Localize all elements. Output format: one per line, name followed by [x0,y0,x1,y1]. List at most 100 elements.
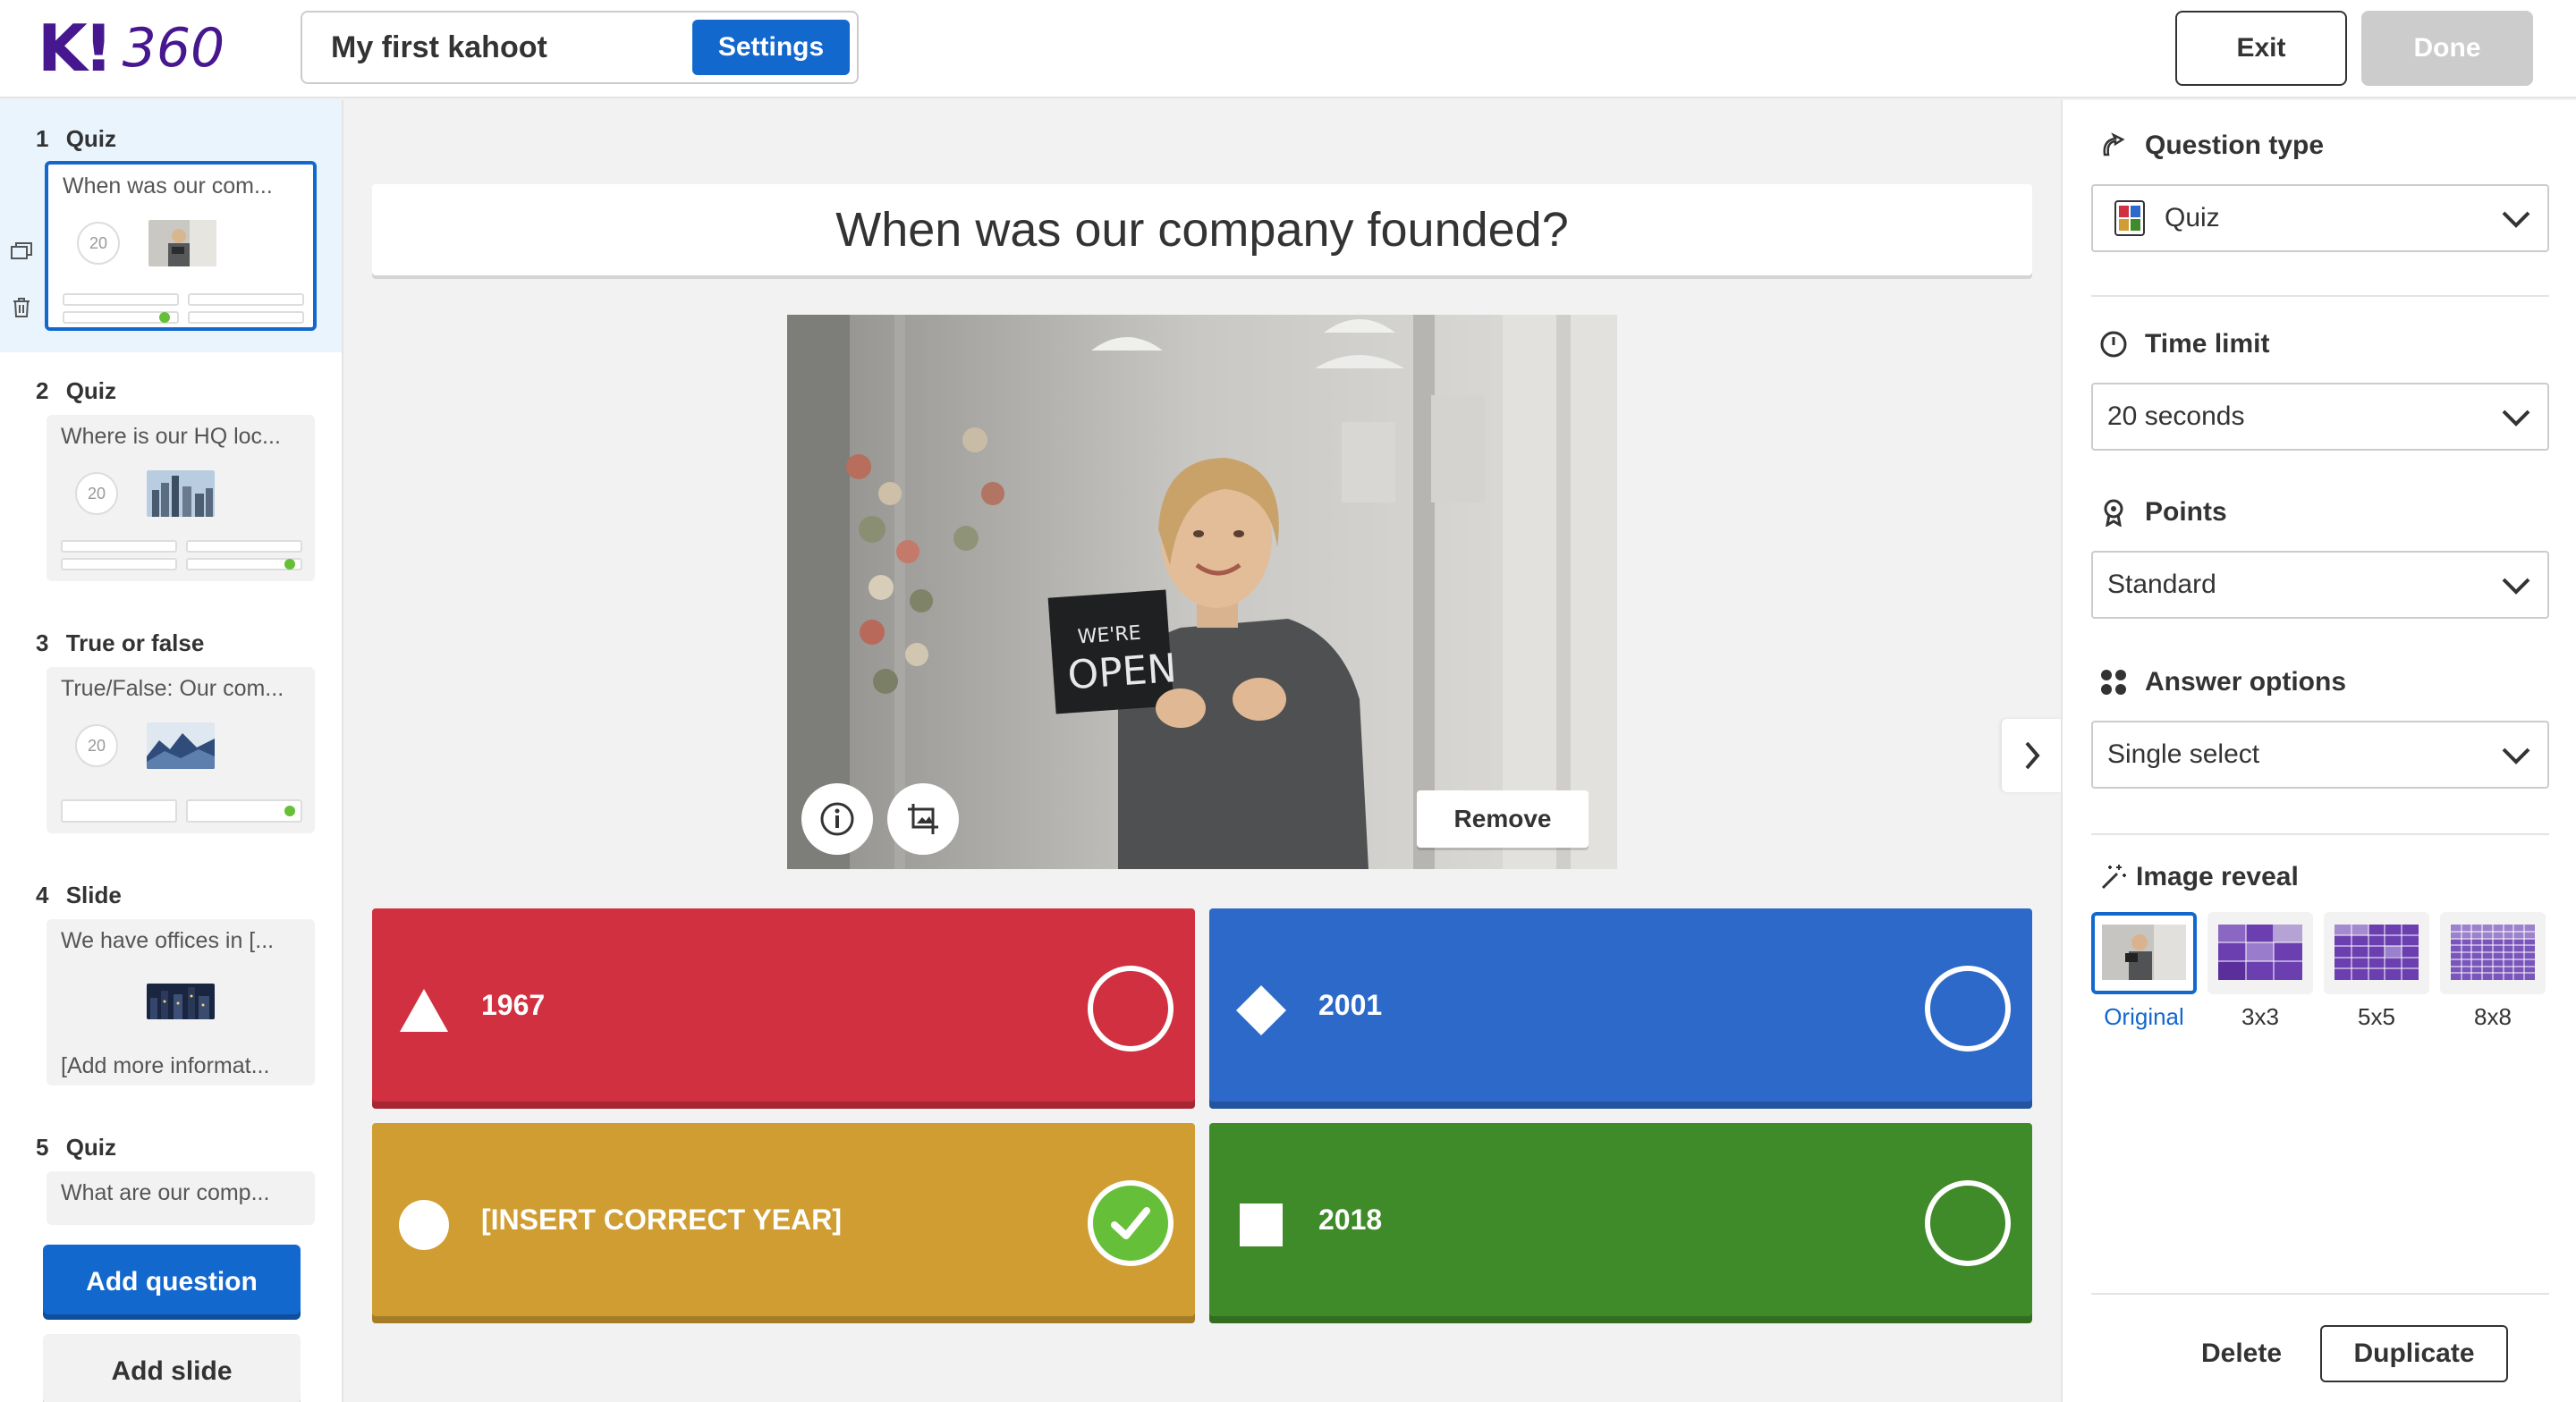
points-label-text: Points [2145,497,2227,527]
answer-bar [186,540,302,553]
divider [2091,295,2549,297]
reveal-original-preview [2102,925,2186,980]
slide-item-header: 1 Quiz [36,125,116,153]
answer-text[interactable]: 2018 [1318,1204,1382,1237]
checkmark-icon [1111,1207,1150,1239]
kahoot-title[interactable]: My first kahoot [331,30,547,65]
slide-list-sidebar: 1 Quiz When was our com... 20 2 Quiz Whe… [0,100,343,1402]
answer-1[interactable]: 1967 [372,908,1195,1109]
chevron-down-icon [2502,211,2530,228]
correct-answer-toggle[interactable] [1925,1180,2011,1266]
slide-item-header: 4 Slide [36,882,122,909]
logo-360: 360 [122,17,225,80]
slide-type: Slide [65,882,122,908]
question-type-value: Quiz [2165,203,2220,232]
exit-button[interactable]: Exit [2175,11,2347,86]
image-crop-button[interactable] [887,783,959,855]
reveal-5x5-preview [2334,925,2419,980]
time-limit-select[interactable]: 20 seconds [2091,383,2549,451]
add-slide-button[interactable]: Add slide [43,1334,301,1402]
kahoot-title-field[interactable]: My first kahoot Settings [301,11,859,84]
slide-type: True or false [65,629,205,656]
delete-question-button[interactable]: Delete [2170,1325,2313,1382]
crop-icon [908,804,938,834]
answer-bar [61,799,177,823]
settings-button[interactable]: Settings [692,20,850,75]
thumbnail-title: Where is our HQ loc... [61,424,281,449]
reveal-option-3x3[interactable] [2207,912,2313,994]
chevron-down-icon [2502,410,2530,427]
time-limit-label: Time limit [2098,329,2269,359]
collapse-panel-button[interactable] [2002,719,2063,792]
slide-item-5[interactable]: 5 Quiz What are our comp... [0,1109,342,1243]
slide-thumbnail[interactable]: What are our comp... [47,1171,315,1225]
add-question-button[interactable]: Add question [43,1245,301,1320]
thumbnail-title: When was our com... [63,173,273,198]
thumbnail-image [147,722,215,769]
duplicate-icon[interactable] [9,240,34,265]
reveal-option-8x8[interactable] [2440,912,2546,994]
answer-3[interactable]: [INSERT CORRECT YEAR] [372,1123,1195,1323]
slide-item-3[interactable]: 3 True or false True/False: Our com... 2… [0,604,342,857]
slide-type: Quiz [65,1134,117,1161]
reveal-label-3x3[interactable]: 3x3 [2207,1003,2313,1031]
reveal-option-5x5[interactable] [2324,912,2429,994]
thumbnail-image [147,984,215,1019]
slide-thumbnail[interactable]: We have offices in [... [Add more inform… [47,919,315,1085]
correct-answer-toggle[interactable] [1088,1180,1174,1266]
answer-4[interactable]: 2018 [1209,1123,2032,1323]
slide-thumbnail[interactable]: Where is our HQ loc... 20 [47,415,315,581]
image-info-button[interactable] [801,783,873,855]
correct-answer-dot [284,559,295,570]
slide-item-header: 3 True or false [36,629,204,657]
triangle-icon [400,989,448,1032]
answer-text[interactable]: 2001 [1318,989,1382,1022]
kahoot-360-logo[interactable]: K! 360 [38,11,225,86]
reveal-label-8x8[interactable]: 8x8 [2440,1003,2546,1031]
question-title-input[interactable]: When was our company founded? [372,184,2032,275]
thumbnail-time: 20 [77,222,120,265]
thumbnail-title: What are our comp... [61,1180,270,1205]
slide-thumbnail[interactable]: True/False: Our com... 20 [47,667,315,833]
chevron-right-icon [2025,741,2040,770]
question-type-select[interactable]: Quiz [2091,184,2549,252]
answer-options-label: Answer options [2098,667,2346,697]
answer-options-select[interactable]: Single select [2091,721,2549,789]
correct-answer-toggle[interactable] [1088,966,1174,1052]
answer-bar [61,540,177,553]
slide-number: 4 [36,882,49,908]
duplicate-question-button[interactable]: Duplicate [2320,1325,2508,1382]
slide-item-1[interactable]: 1 Quiz When was our com... 20 [0,100,342,352]
slide-type: Quiz [65,377,117,404]
answer-bar [188,311,304,324]
square-icon [1240,1204,1283,1246]
points-select[interactable]: Standard [2091,551,2549,619]
correct-answer-dot [284,806,295,816]
reveal-label-original[interactable]: Original [2091,1003,2197,1031]
slide-item-2[interactable]: 2 Quiz Where is our HQ loc... 20 [0,352,342,604]
answer-bar [61,558,177,570]
divider [2091,833,2549,835]
reveal-label-5x5[interactable]: 5x5 [2324,1003,2429,1031]
thumbnail-image [148,220,216,266]
reveal-option-original[interactable] [2091,912,2197,994]
slide-item-header: 2 Quiz [36,377,116,405]
trash-icon[interactable] [9,295,34,320]
answer-bar [188,293,304,306]
done-button[interactable]: Done [2361,11,2533,86]
remove-image-button[interactable]: Remove [1417,790,1589,848]
answer-text[interactable]: [INSERT CORRECT YEAR] [481,1204,842,1237]
points-label: Points [2098,497,2227,528]
question-type-label-text: Question type [2145,131,2325,160]
slide-item-4[interactable]: 4 Slide We have offices in [... [Add mor… [0,857,342,1109]
thumbnail-image [147,470,215,517]
question-type-label: Question type [2098,131,2324,161]
sign-text-line1: WE'RE [1077,622,1141,649]
slide-thumbnail[interactable]: When was our com... 20 [45,161,317,331]
answer-text[interactable]: 1967 [481,989,545,1022]
correct-answer-dot [159,312,170,323]
slide-number: 2 [36,377,49,404]
answer-2[interactable]: 2001 [1209,908,2032,1109]
correct-answer-toggle[interactable] [1925,966,2011,1052]
medal-icon [2104,499,2123,527]
